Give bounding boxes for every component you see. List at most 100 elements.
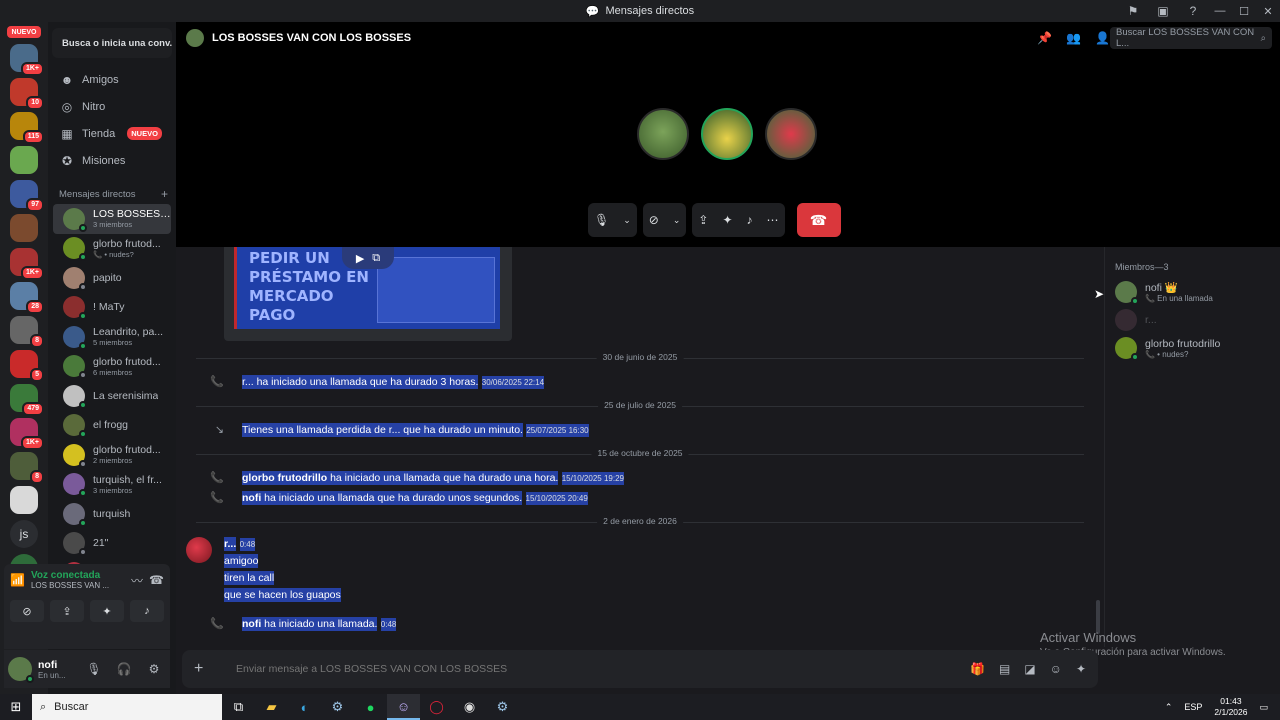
message-input[interactable] (236, 663, 971, 675)
members-toggle-icon[interactable]: 👤 (1095, 31, 1110, 45)
participant-avatar-red[interactable] (765, 108, 817, 160)
notifications-icon[interactable]: ▭ (1259, 702, 1268, 713)
steam-icon[interactable]: ⚙ (321, 694, 354, 720)
settings-icon[interactable]: ⚙ (142, 662, 166, 676)
actor-name[interactable]: nofi (242, 491, 262, 505)
participant-avatar-frog[interactable] (637, 108, 689, 160)
sticker-icon[interactable]: ◪ (1024, 662, 1035, 676)
video-embed[interactable]: PEDIR UN PRÉSTAMO EN MERCADO PAGO ▶ ⧉ (224, 247, 512, 341)
hangup-button[interactable]: ☎ (796, 203, 841, 237)
clock[interactable]: 01:43 2/1/2026 (1214, 696, 1247, 718)
dm-item[interactable]: glorbo frutod... 📞 • nudes? (53, 234, 171, 264)
activity-icon[interactable]: ✦ (722, 213, 732, 227)
close-button[interactable]: ✕ (1256, 0, 1280, 22)
pin-icon[interactable]: 📌 (1037, 31, 1052, 45)
soundboard-button[interactable]: ♪ (130, 600, 164, 622)
apps-icon[interactable]: ✦ (1076, 662, 1086, 676)
emoji-icon[interactable]: ☺ (1050, 662, 1062, 676)
play-icon[interactable]: ▶ (356, 252, 364, 265)
headphones-icon[interactable]: 🎧 (112, 662, 136, 676)
actor-name[interactable]: glorbo frutodrillo (242, 471, 328, 485)
member-item[interactable]: glorbo frutodrillo 📞 • nudes? (1115, 337, 1220, 361)
server-icon[interactable] (10, 214, 38, 242)
gif-icon[interactable]: ▤ (999, 662, 1010, 676)
server-icon[interactable]: 10 (10, 78, 44, 110)
server-icon[interactable]: 479 (10, 384, 44, 416)
maximize-button[interactable]: ☐ (1232, 0, 1256, 22)
server-icon[interactable] (10, 146, 38, 174)
screen-share-icon[interactable]: ▣ (1148, 0, 1178, 22)
dm-item[interactable]: La serenisima (53, 381, 171, 411)
disconnect-icon[interactable]: ☎ (149, 573, 164, 587)
create-dm-icon[interactable]: + (161, 187, 168, 201)
server-icon[interactable]: 5 (10, 350, 44, 382)
server-icon[interactable] (10, 486, 38, 514)
dm-item[interactable]: turquish, el fr... 3 miembros (53, 470, 171, 500)
dm-item[interactable]: glorbo frutod... 2 miembros (53, 440, 171, 470)
steam-alt-icon[interactable]: ⚙ (486, 694, 519, 720)
noise-suppression-icon[interactable]: 〰 (131, 572, 143, 589)
language-indicator[interactable]: ESP (1184, 702, 1202, 712)
discord-icon[interactable]: ☺ (387, 694, 420, 720)
add-friends-icon[interactable]: 👥 (1066, 31, 1081, 45)
dm-item[interactable]: turquish (53, 499, 171, 529)
server-icon[interactable]: 1K+ (10, 44, 44, 76)
sidebar-item-tienda[interactable]: ▦ Tienda NUEVO (48, 120, 176, 147)
dm-item[interactable]: 21" (53, 529, 171, 559)
open-external-icon[interactable]: ⧉ (372, 252, 380, 265)
server-icon[interactable]: 1K+ (10, 418, 44, 450)
minimize-button[interactable]: — (1208, 0, 1232, 22)
voice-channel[interactable]: LOS BOSSES VAN ... (31, 581, 125, 590)
file-explorer-icon[interactable]: ▰ (255, 694, 288, 720)
server-icon[interactable]: 115 (10, 112, 44, 144)
screen-share-icon[interactable]: ⇪ (698, 213, 708, 227)
message-author[interactable]: r... (224, 537, 237, 551)
task-view-icon[interactable]: ⧉ (222, 694, 255, 720)
participant-avatar-banana[interactable] (701, 108, 753, 160)
sidebar-item-misiones[interactable]: ✪ Misiones (48, 147, 176, 174)
server-icon[interactable]: 8 (10, 316, 44, 348)
server-icon[interactable]: 8 (10, 452, 44, 484)
start-button[interactable]: ⊞ (0, 694, 32, 720)
taskbar-search[interactable]: ⌕ Buscar (32, 694, 222, 720)
camera-off-icon[interactable]: ⊘ (649, 213, 659, 227)
mic-icon[interactable]: 🎙 (82, 662, 106, 676)
attach-plus-icon[interactable]: + (194, 660, 218, 678)
chevron-down-icon[interactable]: ⌄ (673, 215, 681, 226)
dm-item[interactable]: Leandrito, pa... 5 miembros (53, 322, 171, 352)
dm-item[interactable]: LOS BOSSES ... 3 miembros (53, 204, 171, 234)
message-avatar[interactable] (186, 537, 212, 563)
server-icon[interactable]: 1K+ (10, 248, 44, 280)
channel-search[interactable]: Buscar LOS BOSSES VAN CON L... ⌕ (1110, 27, 1272, 49)
find-conversation-button[interactable]: Busca o inicia una conv... (52, 28, 172, 58)
edge-icon[interactable]: ◐ (288, 694, 321, 720)
activities-button[interactable]: ✦ (90, 600, 124, 622)
user-avatar[interactable] (8, 657, 34, 683)
chevron-down-icon[interactable]: ⌄ (623, 215, 631, 226)
dm-item[interactable]: glorbo frutod... 6 miembros (53, 352, 171, 382)
soundboard-icon[interactable]: ♪ (747, 213, 753, 227)
dm-item[interactable]: el frogg (53, 411, 171, 441)
chat-scrollbar[interactable] (1096, 600, 1100, 634)
camera-button[interactable]: ⊘ (10, 600, 44, 622)
sidebar-item-amigos[interactable]: ☻ Amigos (48, 66, 176, 93)
gift-icon[interactable]: 🎁 (970, 662, 985, 676)
inbox-flag-icon[interactable]: ⚑ (1118, 0, 1148, 22)
server-icon[interactable]: js (10, 520, 38, 548)
more-icon[interactable]: ⋯ (767, 213, 779, 227)
member-item[interactable]: r... (1115, 309, 1157, 331)
sidebar-item-nitro[interactable]: ◎ Nitro (48, 93, 176, 120)
video-controls[interactable]: ▶ ⧉ (342, 247, 394, 269)
member-item[interactable]: nofi 👑 📞 En una llamada (1115, 281, 1213, 305)
server-icon[interactable]: 28 (10, 282, 44, 314)
tray-chevron-icon[interactable]: ⌃ (1165, 702, 1173, 713)
spotify-icon[interactable]: ● (354, 694, 387, 720)
obs-icon[interactable]: ◉ (453, 694, 486, 720)
actor-name[interactable]: nofi (242, 617, 262, 631)
opera-icon[interactable]: ◯ (420, 694, 453, 720)
signal-icon[interactable]: 📶 (10, 573, 25, 587)
share-screen-button[interactable]: ⇪ (50, 600, 84, 622)
dm-item[interactable]: papito (53, 263, 171, 293)
mic-icon[interactable]: 🎙 (594, 213, 609, 227)
dm-item[interactable]: ! MaTy (53, 293, 171, 323)
